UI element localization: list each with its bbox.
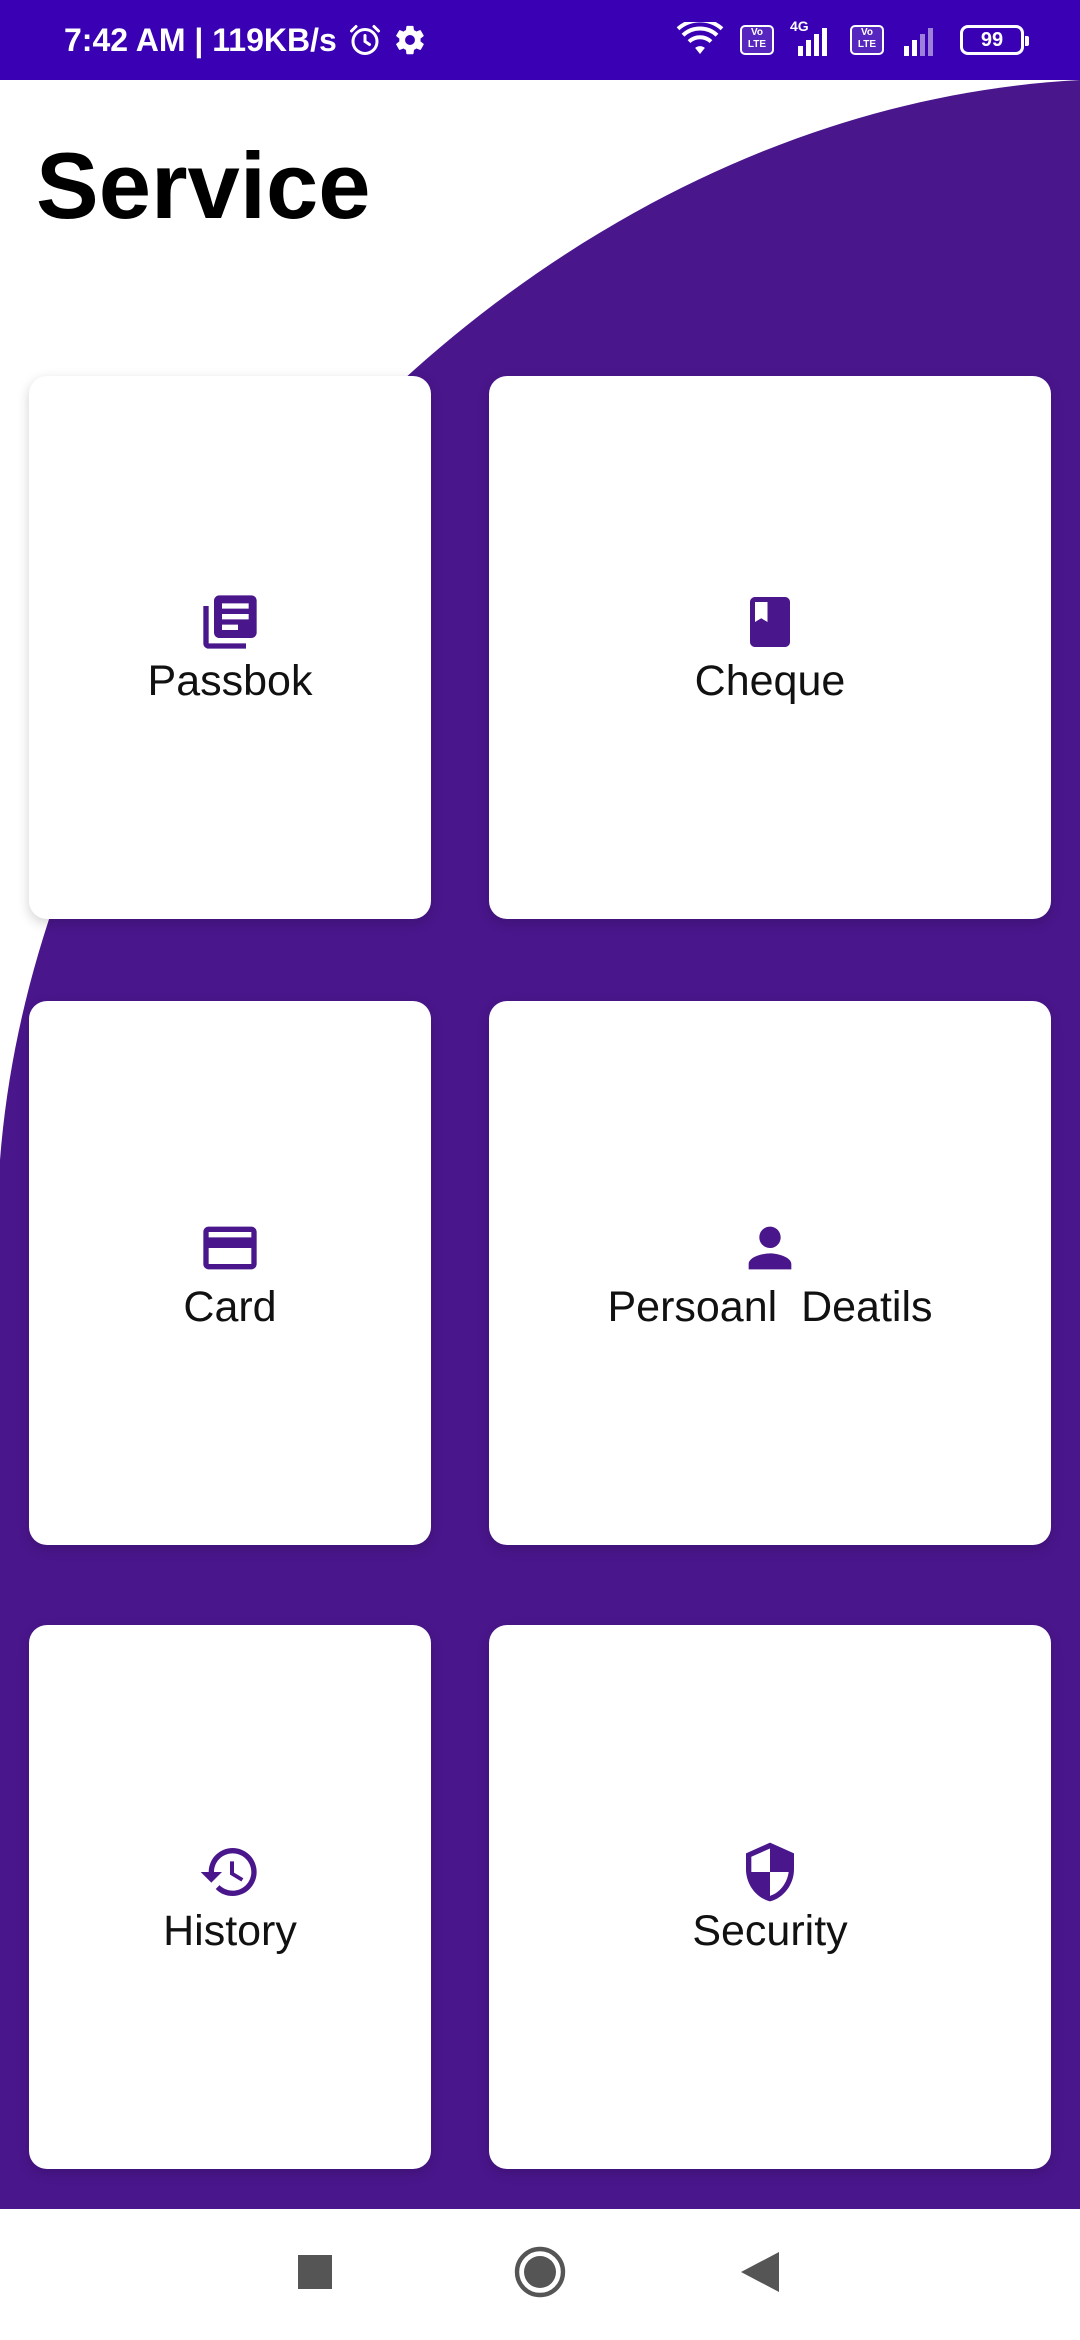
history-card[interactable]: History (29, 1625, 431, 2169)
back-icon (741, 2252, 779, 2297)
passbook-label: Passbok (147, 657, 313, 705)
cheque-book-icon (737, 589, 803, 655)
recent-apps-button[interactable] (280, 2209, 350, 2340)
volte-badge-top: Vo (750, 27, 764, 38)
security-card[interactable]: Security (489, 1625, 1051, 2169)
battery-icon: 99 (960, 25, 1029, 55)
home-button[interactable] (505, 2209, 575, 2340)
service-screen: Service Passbok Cheque Card Persoanl Dea… (0, 80, 1080, 2209)
person-icon (737, 1215, 803, 1281)
shield-icon (737, 1839, 803, 1905)
cheque-label: Cheque (694, 657, 846, 705)
status-bar: 7:42 AM | 119KB/s Vo LTE 4G Vo LTE 99 (0, 0, 1080, 80)
status-time-speed: 7:42 AM | 119KB/s (64, 21, 337, 58)
status-left: 7:42 AM | 119KB/s (64, 0, 427, 80)
passbook-icon (197, 589, 263, 655)
card-label: Card (183, 1282, 277, 1331)
personal-details-card[interactable]: Persoanl Deatils (489, 1001, 1051, 1545)
home-icon (514, 2246, 566, 2303)
history-icon (197, 1839, 263, 1905)
alarm-icon (347, 22, 383, 58)
battery-level: 99 (980, 28, 1004, 51)
back-button[interactable] (725, 2209, 795, 2340)
personal-details-label: Persoanl Deatils (607, 1282, 933, 1331)
signal-icon (900, 24, 944, 56)
passbook-card[interactable]: Passbok (29, 376, 431, 919)
volte-badge-bottom: LTE (747, 39, 767, 50)
card-card[interactable]: Card (29, 1001, 431, 1545)
cheque-card[interactable]: Cheque (489, 376, 1051, 919)
page-title: Service (36, 133, 371, 238)
recent-apps-icon (298, 2255, 332, 2294)
volte-badge-1: Vo LTE (740, 25, 774, 55)
security-label: Security (692, 1906, 848, 1955)
volte-badge-bottom-2: LTE (857, 39, 877, 50)
wifi-icon (676, 22, 724, 58)
signal-4g-icon: 4G (790, 18, 834, 56)
volte-badge-2: Vo LTE (850, 25, 884, 55)
network-type-label: 4G (790, 18, 809, 34)
volte-badge-top-2: Vo (860, 27, 874, 38)
navigation-bar (0, 2209, 1080, 2340)
history-label: History (163, 1906, 297, 1955)
status-right: Vo LTE 4G Vo LTE 99 (676, 0, 1029, 80)
gear-icon (393, 23, 427, 57)
credit-card-icon (197, 1215, 263, 1281)
